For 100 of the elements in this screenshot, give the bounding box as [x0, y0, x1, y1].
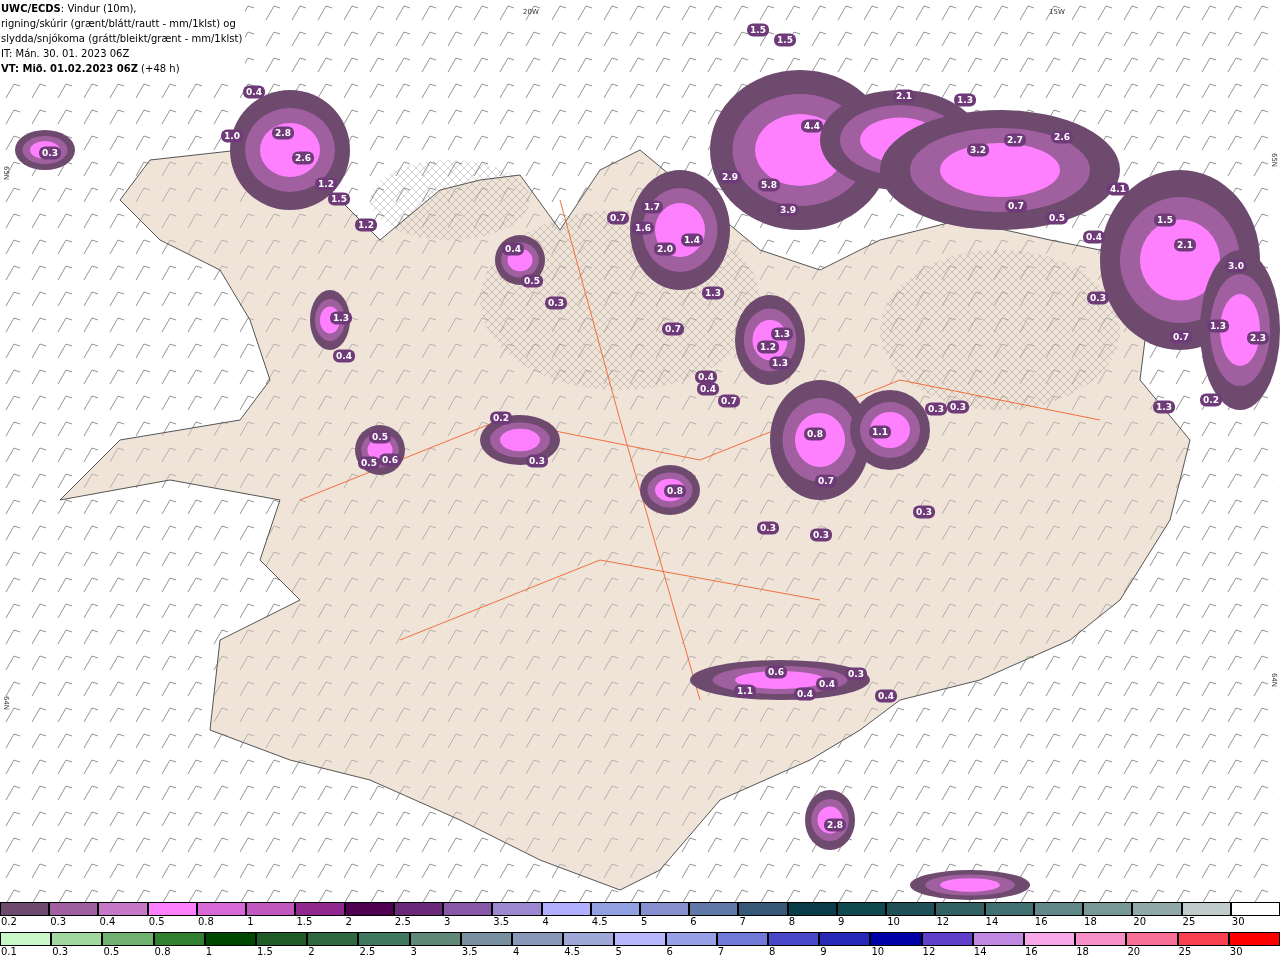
- legend-label: 0.1: [0, 946, 17, 958]
- precipitation-value: 0.3: [545, 296, 567, 310]
- precipitation-value: 0.4: [816, 677, 838, 691]
- precipitation-value: 2.1: [893, 89, 915, 103]
- legend-label: 1: [246, 916, 254, 928]
- precipitation-value: 1.0: [221, 129, 243, 143]
- precipitation-value: 1.3: [769, 356, 791, 370]
- precipitation-value: 0.2: [1200, 393, 1222, 407]
- precipitation-value: 0.4: [697, 382, 719, 396]
- precipitation-value: 1.1: [734, 684, 756, 698]
- precipitation-value: 3.9: [777, 203, 799, 217]
- precipitation-value: 0.5: [521, 274, 543, 288]
- legend-label: 4.5: [563, 946, 581, 958]
- precipitation-value: 2.9: [719, 170, 741, 184]
- precipitation-value: 1.1: [869, 425, 891, 439]
- precipitation-value: 0.7: [815, 474, 837, 488]
- precipitation-value: 1.3: [702, 286, 724, 300]
- legend-label: 4: [541, 916, 549, 928]
- legend-label: 0.2: [0, 916, 17, 928]
- precipitation-value: 0.5: [1046, 211, 1068, 225]
- precipitation-value: 0.3: [757, 521, 779, 535]
- legend-label: 3.5: [460, 946, 478, 958]
- precipitation-value: 1.5: [747, 23, 769, 37]
- legend-label: 10: [870, 946, 885, 958]
- legend-label: 9: [836, 916, 845, 928]
- precipitation-value: 0.4: [243, 85, 265, 99]
- precipitation-value: 2.3: [1247, 331, 1269, 345]
- legend-label: 5: [614, 946, 622, 958]
- precipitation-value: 5.8: [758, 178, 780, 192]
- precipitation-value: 1.5: [774, 33, 796, 47]
- legend-label: 8: [787, 916, 796, 928]
- precipitation-value: 1.6: [632, 221, 654, 235]
- precipitation-value: 0.3: [845, 667, 867, 681]
- legend-label: 4: [512, 946, 520, 958]
- precipitation-value: 2.6: [1051, 130, 1073, 144]
- precipitation-value: 1.2: [757, 340, 779, 354]
- legend-label: 0.3: [49, 916, 67, 928]
- legend-label: 12: [921, 946, 936, 958]
- precipitation-value: 0.7: [718, 394, 740, 408]
- legend-label: 2: [344, 916, 352, 928]
- precipitation-value: 3.2: [967, 143, 989, 157]
- legend-label: 14: [984, 916, 999, 928]
- precipitation-value: 4.1: [1107, 182, 1129, 196]
- precipitation-value: 1.3: [954, 93, 976, 107]
- header-text: IT: Mán. 30. 01. 2023 06Z: [1, 47, 131, 61]
- precipitation-value: 0.6: [765, 665, 787, 679]
- precipitation-value: 0.4: [794, 687, 816, 701]
- legend-label: 1.5: [256, 946, 273, 958]
- precipitation-value: 0.6: [379, 453, 401, 467]
- precipitation-value: 3.0: [1225, 259, 1247, 273]
- precipitation-value: 0.8: [804, 427, 826, 441]
- precipitation-value: 0.4: [333, 349, 355, 363]
- legend-label: 20: [1132, 916, 1147, 928]
- legend-label: 0.8: [153, 946, 171, 958]
- legend-label: 20: [1126, 946, 1141, 958]
- precipitation-value: 1.3: [1153, 400, 1175, 414]
- precipitation-value: 1.7: [641, 200, 663, 214]
- legend-label: 3: [409, 946, 417, 958]
- legend-label: 2.5: [358, 946, 376, 958]
- precipitation-value: 0.7: [607, 211, 629, 225]
- precipitation-value: 1.5: [1154, 213, 1176, 227]
- precipitation-value: 0.3: [810, 528, 832, 542]
- precipitation-value: 1.5: [328, 192, 350, 206]
- legend-label: 18: [1075, 946, 1089, 958]
- precipitation-value: 2.6: [292, 151, 314, 165]
- legend-label: 8: [768, 946, 776, 958]
- precipitation-value: 1.2: [355, 218, 377, 232]
- precipitation-value: 2.7: [1004, 133, 1026, 147]
- precipitation-value: 0.3: [39, 146, 61, 160]
- legend-label: 30: [1228, 946, 1243, 958]
- legend-label: 1.5: [295, 916, 313, 928]
- precipitation-value: 1.2: [315, 177, 337, 191]
- legend-label: 18: [1083, 916, 1097, 928]
- precipitation-value: 0.3: [913, 505, 935, 519]
- legend-label: 16: [1033, 916, 1048, 928]
- precipitation-value: 0.8: [664, 484, 686, 498]
- legend-label: 3: [443, 916, 451, 928]
- legend-label: 0.5: [147, 916, 165, 928]
- legend-label: 3.5: [492, 916, 510, 928]
- header-text: UWC/ECDS: Vindur (10m),: [1, 2, 138, 16]
- precipitation-value: 0.3: [947, 400, 969, 414]
- precipitation-value: 0.5: [358, 456, 380, 470]
- precipitation-value: 2.1: [1174, 238, 1196, 252]
- legend-label: 25: [1181, 916, 1196, 928]
- legend-label: 16: [1024, 946, 1038, 958]
- legend-label: 2: [307, 946, 315, 958]
- precipitation-value: 0.4: [695, 370, 717, 384]
- legend-label: 7: [716, 946, 725, 958]
- precipitation-value: 0.3: [925, 402, 947, 416]
- precipitation-value: 1.4: [681, 233, 703, 247]
- header-text: slydda/snjókoma (grátt/bleikt/grænt - mm/1klst): [1, 32, 243, 46]
- precipitation-value: 0.4: [1083, 230, 1105, 244]
- precipitation-value: 0.2: [490, 411, 512, 425]
- precipitation-value: 1.3: [771, 327, 793, 341]
- precipitation-value: 0.5: [369, 430, 391, 444]
- precipitation-value: 2.8: [272, 126, 294, 140]
- legend-label: 7: [738, 916, 746, 928]
- legend-label: 1: [204, 946, 213, 958]
- legend-label: 9: [819, 946, 827, 958]
- legend-label: 30: [1230, 916, 1245, 928]
